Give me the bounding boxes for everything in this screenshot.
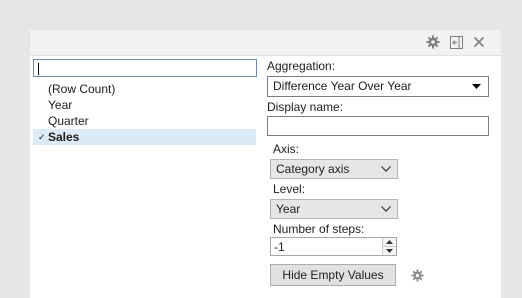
level-value: Year [276,202,301,216]
dock-icon[interactable] [449,35,463,49]
stepper-down-icon[interactable] [383,247,396,255]
steps-value: -1 [274,240,285,254]
column-label: (Row Count) [48,82,116,96]
chevron-down-icon [381,160,391,178]
column-label: Year [48,98,73,112]
aggregation-label: Aggregation: [267,59,336,73]
hide-empty-values-button[interactable]: Hide Empty Values [270,264,396,286]
level-label: Level: [273,182,306,196]
display-name-input[interactable] [267,116,489,136]
display-name-label: Display name: [267,100,344,114]
aggregation-dropdown[interactable]: Difference Year Over Year [267,76,489,97]
dropdown-arrow-icon [472,77,481,95]
column-label: Quarter [48,114,89,128]
column-item-quarter[interactable]: Quarter [33,113,256,129]
stepper-spin [382,238,396,255]
steps-stepper[interactable]: -1 [270,237,397,256]
column-item-sales[interactable]: ✓ Sales [33,129,256,145]
stepper-up-icon[interactable] [383,238,396,247]
axis-dropdown[interactable]: Category axis [270,159,398,179]
level-dropdown[interactable]: Year [270,199,398,219]
hide-empty-values-label: Hide Empty Values [282,268,384,282]
chevron-down-icon [381,200,391,218]
checkmark-icon: ✓ [38,132,46,142]
column-list: (Row Count) Year Quarter ✓ Sales [33,81,256,145]
axis-label: Axis: [273,142,300,156]
column-search-input[interactable] [33,59,257,77]
panel-titlebar [30,30,501,56]
gear-icon[interactable] [426,35,440,49]
close-icon[interactable] [472,35,486,49]
text-caret [38,63,39,75]
axis-value: Category axis [276,162,350,176]
column-item-year[interactable]: Year [33,97,256,113]
column-item-row-count[interactable]: (Row Count) [33,81,256,97]
calculation-panel: (Row Count) Year Quarter ✓ Sales Aggrega… [30,30,501,298]
aggregation-value: Difference Year Over Year [273,79,412,93]
column-label: Sales [48,130,80,144]
gear-icon[interactable] [410,268,424,282]
steps-label: Number of steps: [273,222,365,236]
